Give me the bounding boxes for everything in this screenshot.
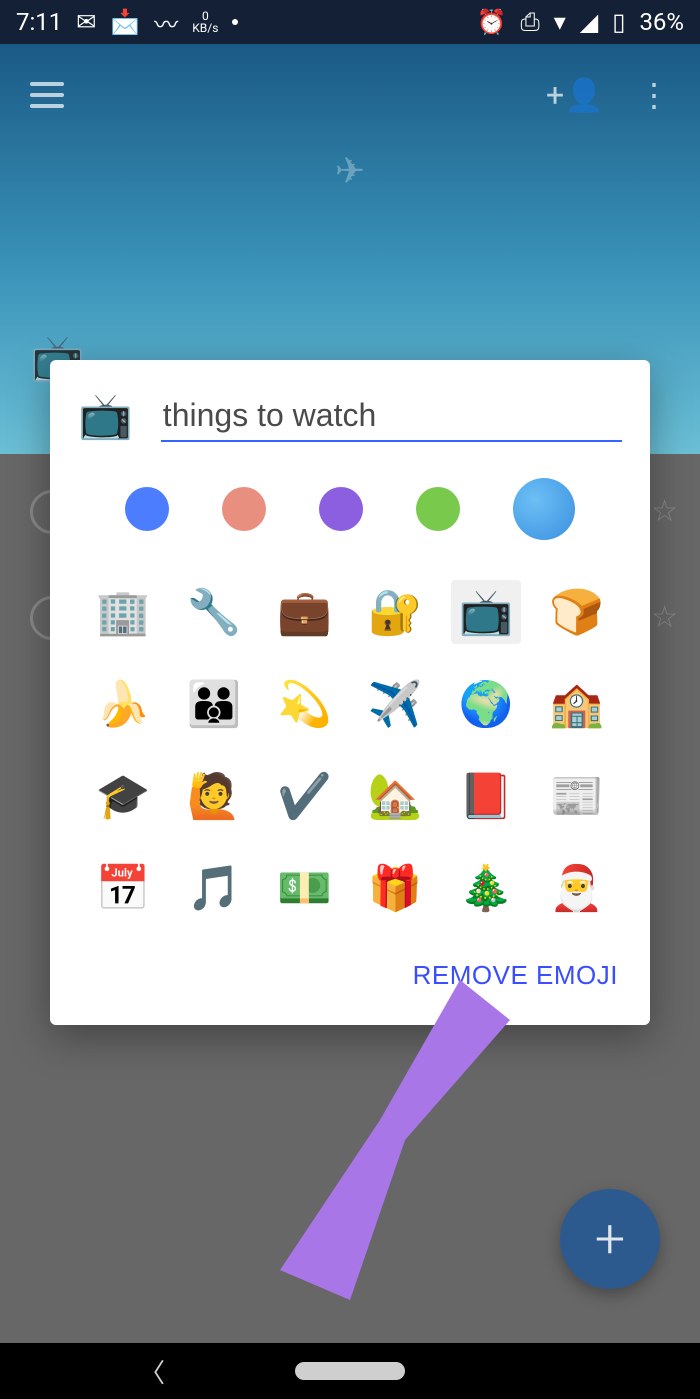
mail-icon: ✉	[76, 8, 96, 36]
wifi-icon: ▾	[554, 8, 566, 36]
color-option-blue[interactable]	[125, 487, 169, 531]
nav-back-button[interactable]: 〈	[139, 1353, 165, 1390]
emoji-option-bread[interactable]: 🍞	[541, 580, 612, 644]
emoji-option-school[interactable]: 🏫	[541, 672, 612, 736]
emoji-option-airplane[interactable]: ✈️	[360, 672, 431, 736]
emoji-option-newspaper[interactable]: 📰	[541, 764, 612, 828]
emoji-option-gift[interactable]: 🎁	[360, 856, 431, 920]
emoji-option-music-note[interactable]: 🎵	[179, 856, 250, 920]
emoji-option-globe[interactable]: 🌍	[451, 672, 522, 736]
plus-icon: +	[595, 1208, 626, 1271]
network-speed: 0 KB/s	[192, 10, 218, 34]
emoji-option-grad-cap[interactable]: 🎓	[88, 764, 159, 828]
emoji-option-dizzy[interactable]: 💫	[269, 672, 340, 736]
emoji-option-raising-hand[interactable]: 🙋	[179, 764, 250, 828]
emoji-option-building[interactable]: 🏢	[88, 580, 159, 644]
screen: 7:11 ✉ 📩 〰 0 KB/s ⏰ ⎙ ▾ ◢ ▯ 36% ✈ +👤 ⋮	[0, 0, 700, 1399]
emoji-option-wrench[interactable]: 🔧	[179, 580, 250, 644]
add-person-button[interactable]: +👤	[546, 76, 604, 114]
edit-list-dialog: 📺 🏢 🔧 💼 🔐 📺 🍞 🍌 👪 💫 ✈️ 🌍 🏫 🎓 🙋 ✔️ 🏡 📕 📰 📅 🎵 💵 🎁 🎄 🎅 REMOVE EMOJ…	[50, 360, 650, 1025]
emoji-option-house-garden[interactable]: 🏡	[360, 764, 431, 828]
alarm-icon: ⏰	[477, 8, 507, 36]
status-bar: 7:11 ✉ 📩 〰 0 KB/s ⏰ ⎙ ▾ ◢ ▯ 36%	[0, 0, 700, 44]
cast-icon: ⎙	[521, 8, 540, 36]
emoji-option-calendar[interactable]: 📅	[88, 856, 159, 920]
inbox-icon: 📩	[110, 8, 140, 36]
remove-emoji-button[interactable]: REMOVE EMOJI	[409, 950, 622, 1001]
emoji-option-santa[interactable]: 🎅	[541, 856, 612, 920]
overflow-menu-button[interactable]: ⋮	[638, 76, 670, 114]
emoji-option-money[interactable]: 💵	[269, 856, 340, 920]
emoji-option-check[interactable]: ✔️	[269, 764, 340, 828]
emoji-option-locked-key[interactable]: 🔐	[360, 580, 431, 644]
color-picker	[98, 478, 602, 540]
color-option-skyblue[interactable]	[513, 478, 575, 540]
star-icon: ☆	[651, 600, 678, 635]
emoji-option-notebook[interactable]: 📕	[451, 764, 522, 828]
emoji-option-xmas-tree[interactable]: 🎄	[451, 856, 522, 920]
airplane-icon: ✈	[335, 150, 365, 192]
emoji-grid: 🏢 🔧 💼 🔐 📺 🍞 🍌 👪 💫 ✈️ 🌍 🏫 🎓 🙋 ✔️ 🏡 📕 📰 📅 🎵 💵 🎁 🎄 🎅	[88, 580, 612, 920]
emoji-option-banana[interactable]: 🍌	[88, 672, 159, 736]
add-fab[interactable]: +	[560, 1189, 660, 1289]
current-emoji-icon[interactable]: 📺	[78, 390, 133, 442]
more-notifications-icon	[232, 19, 238, 25]
color-option-purple[interactable]	[319, 487, 363, 531]
list-name-input[interactable]	[161, 391, 622, 442]
star-icon: ☆	[651, 494, 678, 529]
status-time: 7:11	[16, 8, 62, 36]
color-option-green[interactable]	[416, 487, 460, 531]
nav-bar: 〈	[0, 1343, 700, 1399]
emoji-option-briefcase[interactable]: 💼	[269, 580, 340, 644]
nav-home-button[interactable]	[295, 1362, 405, 1380]
signal-icon: ◢	[580, 8, 598, 36]
menu-button[interactable]	[30, 82, 64, 108]
battery-percent: 36%	[639, 8, 684, 36]
battery-icon: ▯	[612, 8, 625, 36]
color-option-coral[interactable]	[222, 487, 266, 531]
emoji-option-family[interactable]: 👪	[179, 672, 250, 736]
emoji-option-tv[interactable]: 📺	[451, 580, 522, 644]
mustache-icon: 〰	[154, 5, 178, 40]
